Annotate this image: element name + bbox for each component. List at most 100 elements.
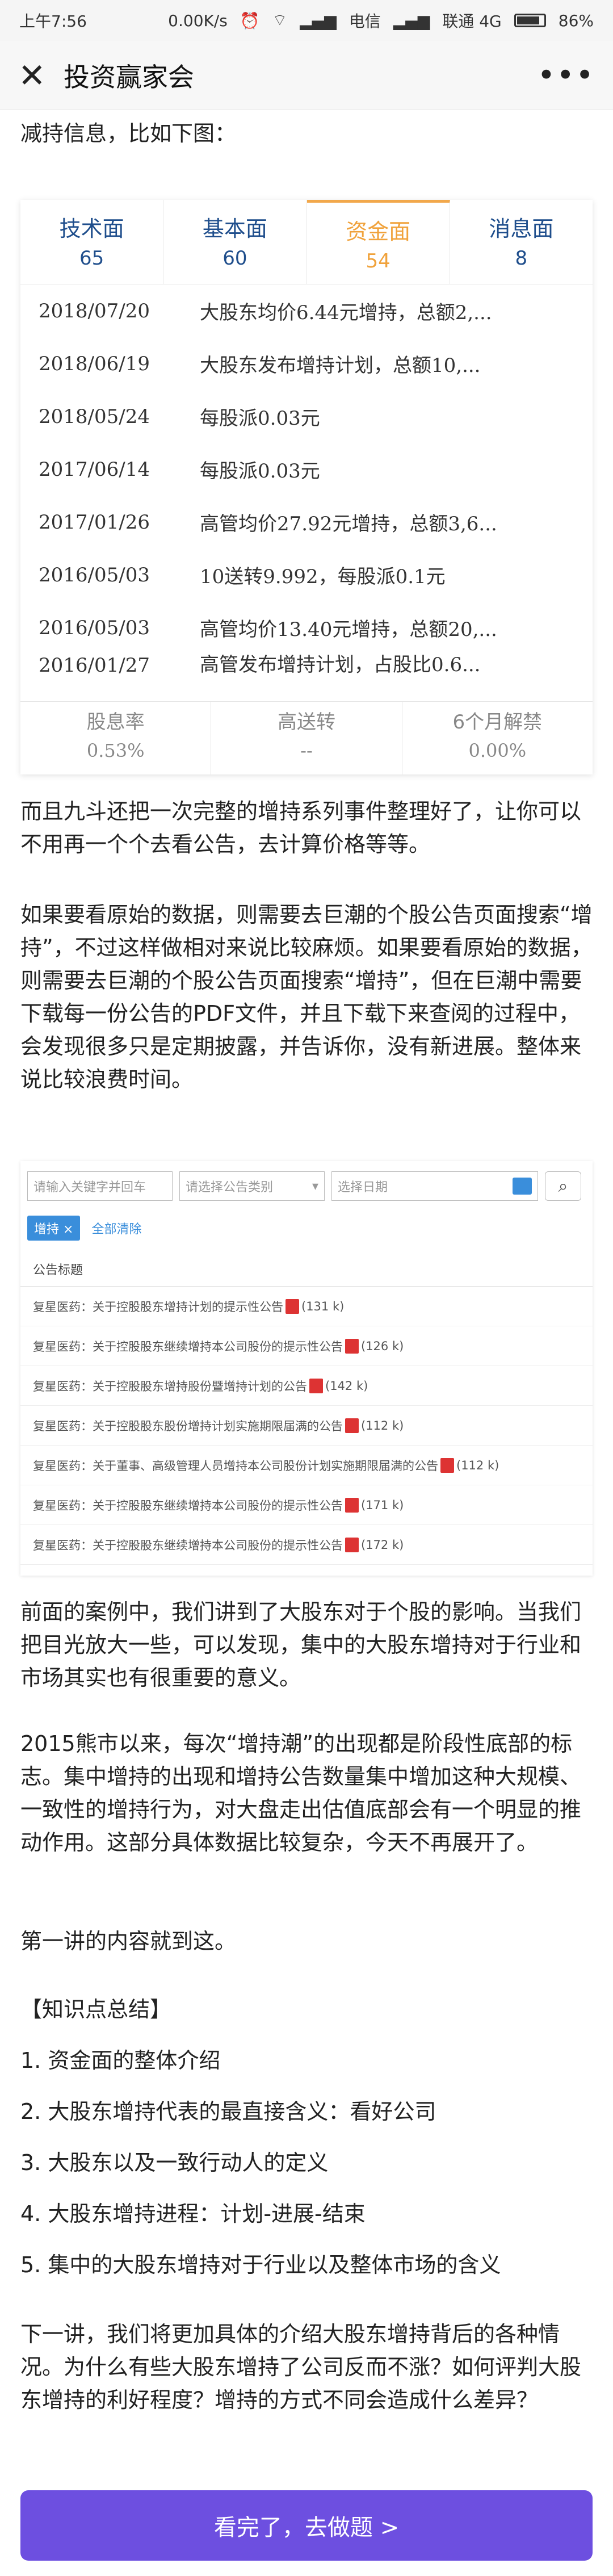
stat-value: 0.00% bbox=[468, 740, 527, 761]
article-paragraph: 2015熊市以来，每次“增持潮”的出现都是阶段性底部的标志。集中增持的出现和增持… bbox=[20, 1731, 582, 1855]
announcement-row[interactable]: 复星医药：关于控股股东增持计划的提示性公告 (131 k) bbox=[20, 1287, 593, 1326]
tab-capital[interactable]: 资金面 54 bbox=[306, 200, 450, 284]
page-title: 投资赢家会 bbox=[64, 61, 194, 93]
announcement-row[interactable]: 复星医药：关于控股股东继续增持本公司股份的提示性公告 (126 k) bbox=[20, 1326, 593, 1366]
search-icon: ⌕ bbox=[558, 1176, 568, 1196]
stock-card-tabs: 技术面 65 基本面 60 资金面 54 消息面 8 bbox=[20, 200, 593, 284]
summary-item: 3. 大股东以及一致行动人的定义 bbox=[20, 2150, 329, 2175]
announcement-title: 复星医药：关于控股股东增持计划的提示性公告 bbox=[33, 1300, 283, 1314]
category-select[interactable]: 请选择公告类别 ▾ bbox=[179, 1171, 325, 1201]
event-row[interactable]: 2018/06/19 大股东发布增持计划，总额10,... bbox=[39, 337, 574, 390]
category-placeholder: 请选择公告类别 bbox=[186, 1180, 274, 1195]
wifi-icon: ⌔ bbox=[272, 10, 288, 30]
event-date: 2018/05/24 bbox=[39, 405, 150, 428]
event-row[interactable]: 2016/01/27 高管发布增持计划，占股比0.6... bbox=[39, 654, 574, 677]
tab-news[interactable]: 消息面 8 bbox=[450, 200, 593, 284]
nav-bar: ✕ 投资赢家会 ••• bbox=[0, 41, 613, 110]
event-row[interactable]: 2016/05/03 高管均价13.40元增持，总额20,... bbox=[39, 601, 574, 654]
stat-label: 6个月解禁 bbox=[452, 711, 543, 734]
article-paragraph: 下一讲，我们将更加具体的介绍大股东增持背后的各种情况。为什么有些大股东增持了公司… bbox=[20, 2322, 582, 2412]
signal-icon: ▂▄▆ bbox=[300, 11, 337, 30]
stat-label: 股息率 bbox=[86, 711, 145, 734]
pdf-icon bbox=[285, 1299, 299, 1314]
keyword-input[interactable]: 请输入关键字并回车 bbox=[27, 1171, 173, 1201]
event-desc: 10送转9.992，每股派0.1元 bbox=[200, 566, 446, 588]
article-paragraph: 前面的案例中，我们讲到了大股东对于个股的影响。当我们把目光放大一些，可以发现，集… bbox=[20, 1599, 582, 1690]
announcement-title: 复星医药：关于控股股东继续增持本公司股份的提示性公告 bbox=[33, 1538, 343, 1552]
search-button[interactable]: ⌕ bbox=[545, 1171, 581, 1201]
event-date: 2016/05/03 bbox=[39, 616, 150, 639]
tab-label: 技术面 bbox=[59, 216, 124, 241]
pdf-icon bbox=[345, 1338, 359, 1354]
table-header: 公告标题 bbox=[20, 1252, 593, 1287]
file-size: (131 k) bbox=[301, 1299, 345, 1313]
article-paragraph: 而且九斗还把一次完整的增持系列事件整理好了，让你可以不用再一个个去看公告，去计算… bbox=[20, 799, 582, 857]
tab-technical[interactable]: 技术面 65 bbox=[20, 200, 164, 284]
tab-label: 基本面 bbox=[202, 216, 267, 241]
tab-label: 消息面 bbox=[489, 216, 554, 241]
file-size: (126 k) bbox=[361, 1339, 404, 1353]
event-date: 2018/06/19 bbox=[39, 352, 150, 375]
announcement-row[interactable]: 复星医药：关于控股股东股份增持计划实施期限届满的公告 (112 k) bbox=[20, 1406, 593, 1446]
announcement-title: 复星医药：关于控股股东继续增持本公司股份的提示性公告 bbox=[33, 1339, 343, 1354]
article-paragraph: 第一讲的内容就到这。 bbox=[20, 1929, 237, 1954]
file-size: (112 k) bbox=[361, 1418, 404, 1432]
carrier-2: 联通 4G bbox=[442, 12, 502, 31]
tab-count: 65 bbox=[79, 247, 104, 270]
signal-icon-2: ▂▄▆ bbox=[393, 11, 430, 30]
announcement-title: 复星医药：关于控股股东增持股份暨增持计划的公告 bbox=[33, 1379, 307, 1393]
battery-icon bbox=[514, 14, 546, 27]
summary-item: 2. 大股东增持代表的最直接含义：看好公司 bbox=[20, 2099, 436, 2124]
calendar-icon bbox=[513, 1178, 532, 1195]
summary-item: 1. 资金面的整体介绍 bbox=[20, 2048, 221, 2073]
date-placeholder: 选择日期 bbox=[338, 1180, 388, 1195]
battery-level: 86% bbox=[558, 11, 594, 30]
filter-bar: 增持 × 全部清除 bbox=[20, 1207, 593, 1250]
event-date: 2016/01/27 bbox=[39, 654, 150, 677]
file-size: (172 k) bbox=[361, 1538, 404, 1552]
event-row[interactable]: 2017/06/14 每股派0.03元 bbox=[39, 443, 574, 496]
event-row[interactable]: 2018/07/20 大股东均价6.44元增持，总额2,... bbox=[39, 284, 574, 337]
file-size: (112 k) bbox=[456, 1458, 499, 1472]
stat-label: 高送转 bbox=[277, 711, 335, 734]
announcement-row[interactable]: 复星医药：关于控股股东增持股份暨增持计划的公告 (142 k) bbox=[20, 1366, 593, 1406]
announcement-row[interactable]: 复星医药：关于控股股东继续增持本公司股份的提示性公告 (171 k) bbox=[20, 1485, 593, 1525]
event-date: 2016/05/03 bbox=[39, 563, 150, 587]
event-list: 2018/07/20 大股东均价6.44元增持，总额2,... 2018/06/1… bbox=[20, 284, 593, 689]
summary-item: 5. 集中的大股东增持对于行业以及整体市场的含义 bbox=[20, 2252, 501, 2277]
stat-unlock: 6个月解禁 0.00% bbox=[402, 702, 593, 774]
alarm-icon: ⏰ bbox=[240, 11, 260, 30]
event-desc: 大股东发布增持计划，总额10,... bbox=[200, 354, 481, 377]
status-time: 上午7:56 bbox=[19, 12, 87, 31]
announcement-row[interactable]: 复星医药：关于董事、高级管理人员增持本公司股份计划实施期限届满的公告 (112 k… bbox=[20, 1446, 593, 1485]
close-icon[interactable]: ✕ bbox=[18, 59, 52, 92]
event-date: 2017/01/26 bbox=[39, 510, 150, 534]
announcement-row[interactable]: 复星医药：关于控股股东继续增持本公司股份的提示性公告 (172 k) bbox=[20, 1525, 593, 1565]
go-to-quiz-button[interactable]: 看完了，去做题 > bbox=[20, 2490, 593, 2561]
carrier-1: 电信 bbox=[349, 12, 381, 31]
stock-stats: 股息率 0.53% 高送转 -- 6个月解禁 0.00% bbox=[20, 701, 593, 774]
event-date: 2018/07/20 bbox=[39, 299, 150, 322]
stat-high-transfer: 高送转 -- bbox=[211, 702, 402, 774]
event-row[interactable]: 2018/05/24 每股派0.03元 bbox=[39, 390, 574, 443]
pdf-icon bbox=[345, 1537, 359, 1552]
stat-value: -- bbox=[300, 740, 313, 761]
filter-tag[interactable]: 增持 × bbox=[27, 1216, 81, 1241]
stat-dividend-yield: 股息率 0.53% bbox=[20, 702, 212, 774]
event-desc: 每股派0.03元 bbox=[200, 407, 320, 430]
search-bar: 请输入关键字并回车 请选择公告类别 ▾ 选择日期 ⌕ bbox=[20, 1161, 593, 1207]
event-row[interactable]: 2017/01/26 高管均价27.92元增持，总额3,6... bbox=[39, 496, 574, 548]
stock-card-image: 技术面 65 基本面 60 资金面 54 消息面 8 2018/07/20 大股东… bbox=[20, 200, 593, 774]
network-speed: 0.00K/s bbox=[168, 11, 228, 30]
clear-all-link[interactable]: 全部清除 bbox=[91, 1219, 141, 1237]
tab-fundamental[interactable]: 基本面 60 bbox=[163, 200, 307, 284]
event-desc: 每股派0.03元 bbox=[200, 460, 320, 483]
event-date: 2017/06/14 bbox=[39, 458, 150, 481]
date-picker[interactable]: 选择日期 bbox=[331, 1171, 538, 1201]
more-icon[interactable]: ••• bbox=[537, 57, 595, 93]
chevron-down-icon: ▾ bbox=[312, 1179, 318, 1193]
article-paragraph: 如果要看原始的数据，则需要去巨潮的个股公告页面搜索“增持”，不过这样做相对来说比… bbox=[20, 902, 593, 1092]
announcement-title: 复星医药：关于控股股东股份增持计划实施期限届满的公告 bbox=[33, 1419, 343, 1433]
event-row[interactable]: 2016/05/03 10送转9.992，每股派0.1元 bbox=[39, 548, 574, 601]
summary-heading: 【知识点总结】 bbox=[20, 1997, 172, 2022]
